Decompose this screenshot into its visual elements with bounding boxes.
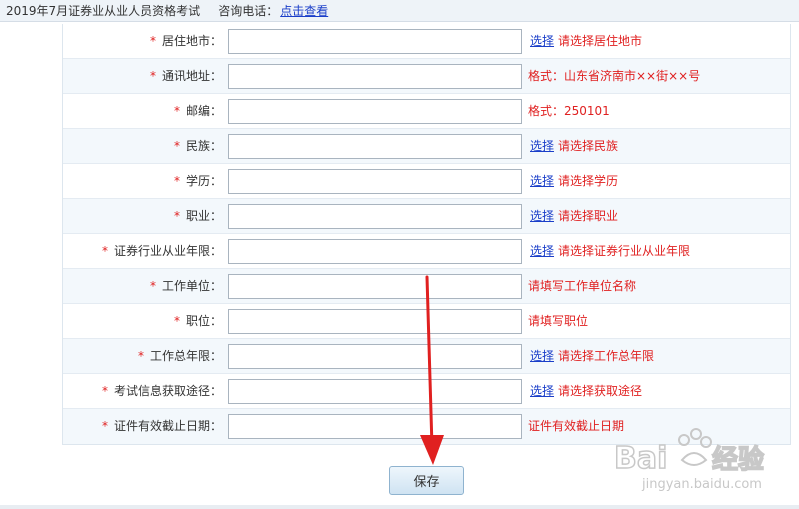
svg-text:经验: 经验	[712, 444, 764, 475]
required-asterisk: *	[149, 69, 156, 83]
phone-view-link[interactable]: 点击查看	[280, 2, 328, 19]
field-label: * 工作单位：	[150, 269, 222, 304]
required-asterisk: *	[173, 314, 180, 328]
form-row: * 邮编： 格式：250101	[63, 94, 790, 129]
field-label-text: 考试信息获取途径：	[113, 384, 222, 398]
field-label-text: 邮编：	[185, 104, 222, 118]
field-label-text: 通讯地址：	[161, 69, 222, 83]
field-label-text: 职位：	[185, 314, 222, 328]
field-label: * 民族：	[174, 129, 222, 164]
field-input[interactable]	[228, 309, 522, 334]
form-row: * 居住地市： 选择 请选择居住地市	[63, 24, 790, 59]
field-label: * 通讯地址：	[150, 59, 222, 94]
required-asterisk: *	[101, 384, 108, 398]
form-row: * 学历： 选择 请选择学历	[63, 164, 790, 199]
field-label: * 居住地市：	[150, 24, 222, 59]
field-input[interactable]	[228, 414, 522, 439]
select-link[interactable]: 选择	[530, 244, 554, 258]
field-hint: 格式：山东省济南市××街××号	[528, 59, 700, 94]
field-hint: 格式：250101	[528, 94, 610, 129]
required-asterisk: *	[173, 209, 180, 223]
hint-text: 格式：山东省济南市××街××号	[528, 69, 701, 83]
field-label-text: 居住地市：	[161, 34, 222, 48]
field-label: * 职业：	[174, 199, 222, 234]
required-asterisk: *	[173, 174, 180, 188]
select-link[interactable]: 选择	[530, 34, 554, 48]
field-label-text: 学历：	[185, 174, 222, 188]
hint-text: 请选择证券行业从业年限	[558, 244, 691, 258]
field-label-text: 工作单位：	[161, 279, 222, 293]
field-input[interactable]	[228, 64, 522, 89]
field-input[interactable]	[228, 274, 522, 299]
field-label-text: 证件有效截止日期：	[113, 419, 222, 433]
field-input[interactable]	[228, 379, 522, 404]
field-label: * 工作总年限：	[138, 339, 222, 374]
select-link[interactable]: 选择	[530, 209, 554, 223]
field-label-text: 民族：	[185, 139, 222, 153]
hint-text: 请选择学历	[558, 174, 619, 188]
field-hint: 选择 请选择职业	[528, 199, 618, 234]
field-input[interactable]	[228, 169, 522, 194]
required-asterisk: *	[149, 34, 156, 48]
field-input[interactable]	[228, 29, 522, 54]
hint-text: 证件有效截止日期	[528, 419, 625, 433]
field-label: * 职位：	[174, 304, 222, 339]
field-hint: 选择 请选择证券行业从业年限	[528, 234, 690, 269]
phone-label: 咨询电话：	[218, 4, 279, 18]
baidu-jingyan-watermark: Bai 经验 jingyan.baidu.com	[613, 428, 765, 492]
field-hint: 选择 请选择民族	[528, 129, 618, 164]
hint-text: 格式：250101	[528, 104, 610, 118]
top-bar: 2019年7月证券业从业人员资格考试 咨询电话： 点击查看	[0, 0, 799, 22]
hint-text: 请选择民族	[558, 139, 619, 153]
required-asterisk: *	[101, 419, 108, 433]
svg-text:Bai: Bai	[614, 441, 667, 476]
field-label-text: 工作总年限：	[149, 349, 222, 363]
field-input[interactable]	[228, 344, 522, 369]
required-asterisk: *	[173, 139, 180, 153]
field-label: * 考试信息获取途径：	[102, 374, 222, 409]
select-link[interactable]: 选择	[530, 174, 554, 188]
field-input[interactable]	[228, 204, 522, 229]
required-asterisk: *	[101, 244, 108, 258]
form-row: * 通讯地址： 格式：山东省济南市××街××号	[63, 59, 790, 94]
hint-text: 请选择获取途径	[558, 384, 643, 398]
hint-text: 请填写工作单位名称	[528, 279, 637, 293]
field-label: * 邮编：	[174, 94, 222, 129]
form-row: * 证券行业从业年限： 选择 请选择证券行业从业年限	[63, 234, 790, 269]
form-row: * 民族： 选择 请选择民族	[63, 129, 790, 164]
hint-text: 请选择职业	[558, 209, 619, 223]
field-hint: 请填写工作单位名称	[528, 269, 636, 304]
required-asterisk: *	[149, 279, 156, 293]
form-row: * 职业： 选择 请选择职业	[63, 199, 790, 234]
required-asterisk: *	[137, 349, 144, 363]
select-link[interactable]: 选择	[530, 349, 554, 363]
field-hint: 选择 请选择居住地市	[528, 24, 642, 59]
field-label-text: 证券行业从业年限：	[113, 244, 222, 258]
bottom-divider	[0, 505, 799, 509]
field-label: * 证件有效截止日期：	[102, 409, 222, 444]
hint-text: 请填写职位	[528, 314, 589, 328]
field-hint: 请填写职位	[528, 304, 588, 339]
field-hint: 证件有效截止日期	[528, 409, 624, 444]
required-asterisk: *	[173, 104, 180, 118]
svg-text:jingyan.baidu.com: jingyan.baidu.com	[641, 477, 762, 492]
field-hint: 选择 请选择学历	[528, 164, 618, 199]
hint-text: 请选择居住地市	[558, 34, 643, 48]
field-input[interactable]	[228, 99, 522, 124]
field-hint: 选择 请选择工作总年限	[528, 339, 654, 374]
field-label: * 证券行业从业年限：	[102, 234, 222, 269]
select-link[interactable]: 选择	[530, 384, 554, 398]
exam-title: 2019年7月证券业从业人员资格考试	[6, 4, 201, 18]
save-button[interactable]: 保存	[389, 466, 464, 495]
field-input[interactable]	[228, 134, 522, 159]
red-arrow-annotation	[420, 275, 444, 465]
field-label-text: 职业：	[185, 209, 222, 223]
field-input[interactable]	[228, 239, 522, 264]
field-label: * 学历：	[174, 164, 222, 199]
field-hint: 选择 请选择获取途径	[528, 374, 642, 409]
select-link[interactable]: 选择	[530, 139, 554, 153]
hint-text: 请选择工作总年限	[558, 349, 655, 363]
